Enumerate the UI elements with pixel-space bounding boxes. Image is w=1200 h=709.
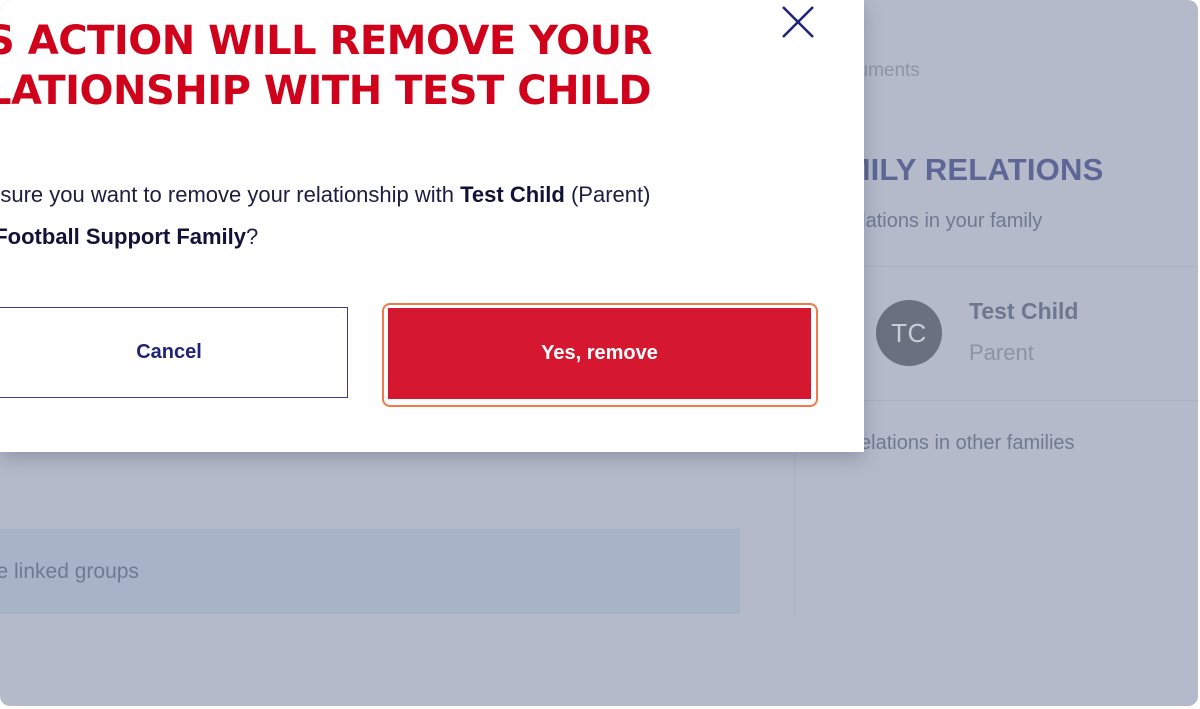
app-window: ve linked groups cuments AMILY RELATIONS… <box>0 0 1198 706</box>
cancel-button[interactable]: Cancel <box>0 307 348 398</box>
relationship-type: (Parent) <box>564 182 651 207</box>
family-relations-heading: AMILY RELATIONS <box>822 152 1104 187</box>
member-role: Parent <box>969 340 1034 365</box>
member-name: Test Child <box>969 298 1079 324</box>
dialog-message: u sure you want to remove your relations… <box>0 174 842 258</box>
confirm-remove-button[interactable]: Yes, remove <box>388 308 811 399</box>
dialog-title: S ACTION WILL REMOVE YOUR LATIONSHIP WIT… <box>0 18 652 114</box>
other-families-label: elations in other families <box>860 432 1075 454</box>
message-text: u sure you want to remove your relations… <box>0 182 461 207</box>
family-relations-subtitle: elations in your family <box>850 210 1043 232</box>
close-icon[interactable] <box>780 4 816 40</box>
child-name: Test Child <box>460 182 565 207</box>
avatar: TC <box>876 300 942 366</box>
remove-relationship-dialog: S ACTION WILL REMOVE YOUR LATIONSHIP WIT… <box>0 0 864 452</box>
question-mark: ? <box>246 224 259 249</box>
linked-groups-label: ve linked groups <box>0 559 139 583</box>
linked-groups-banner: ve linked groups <box>0 529 740 614</box>
family-name: yFootball Support Family <box>0 224 247 249</box>
